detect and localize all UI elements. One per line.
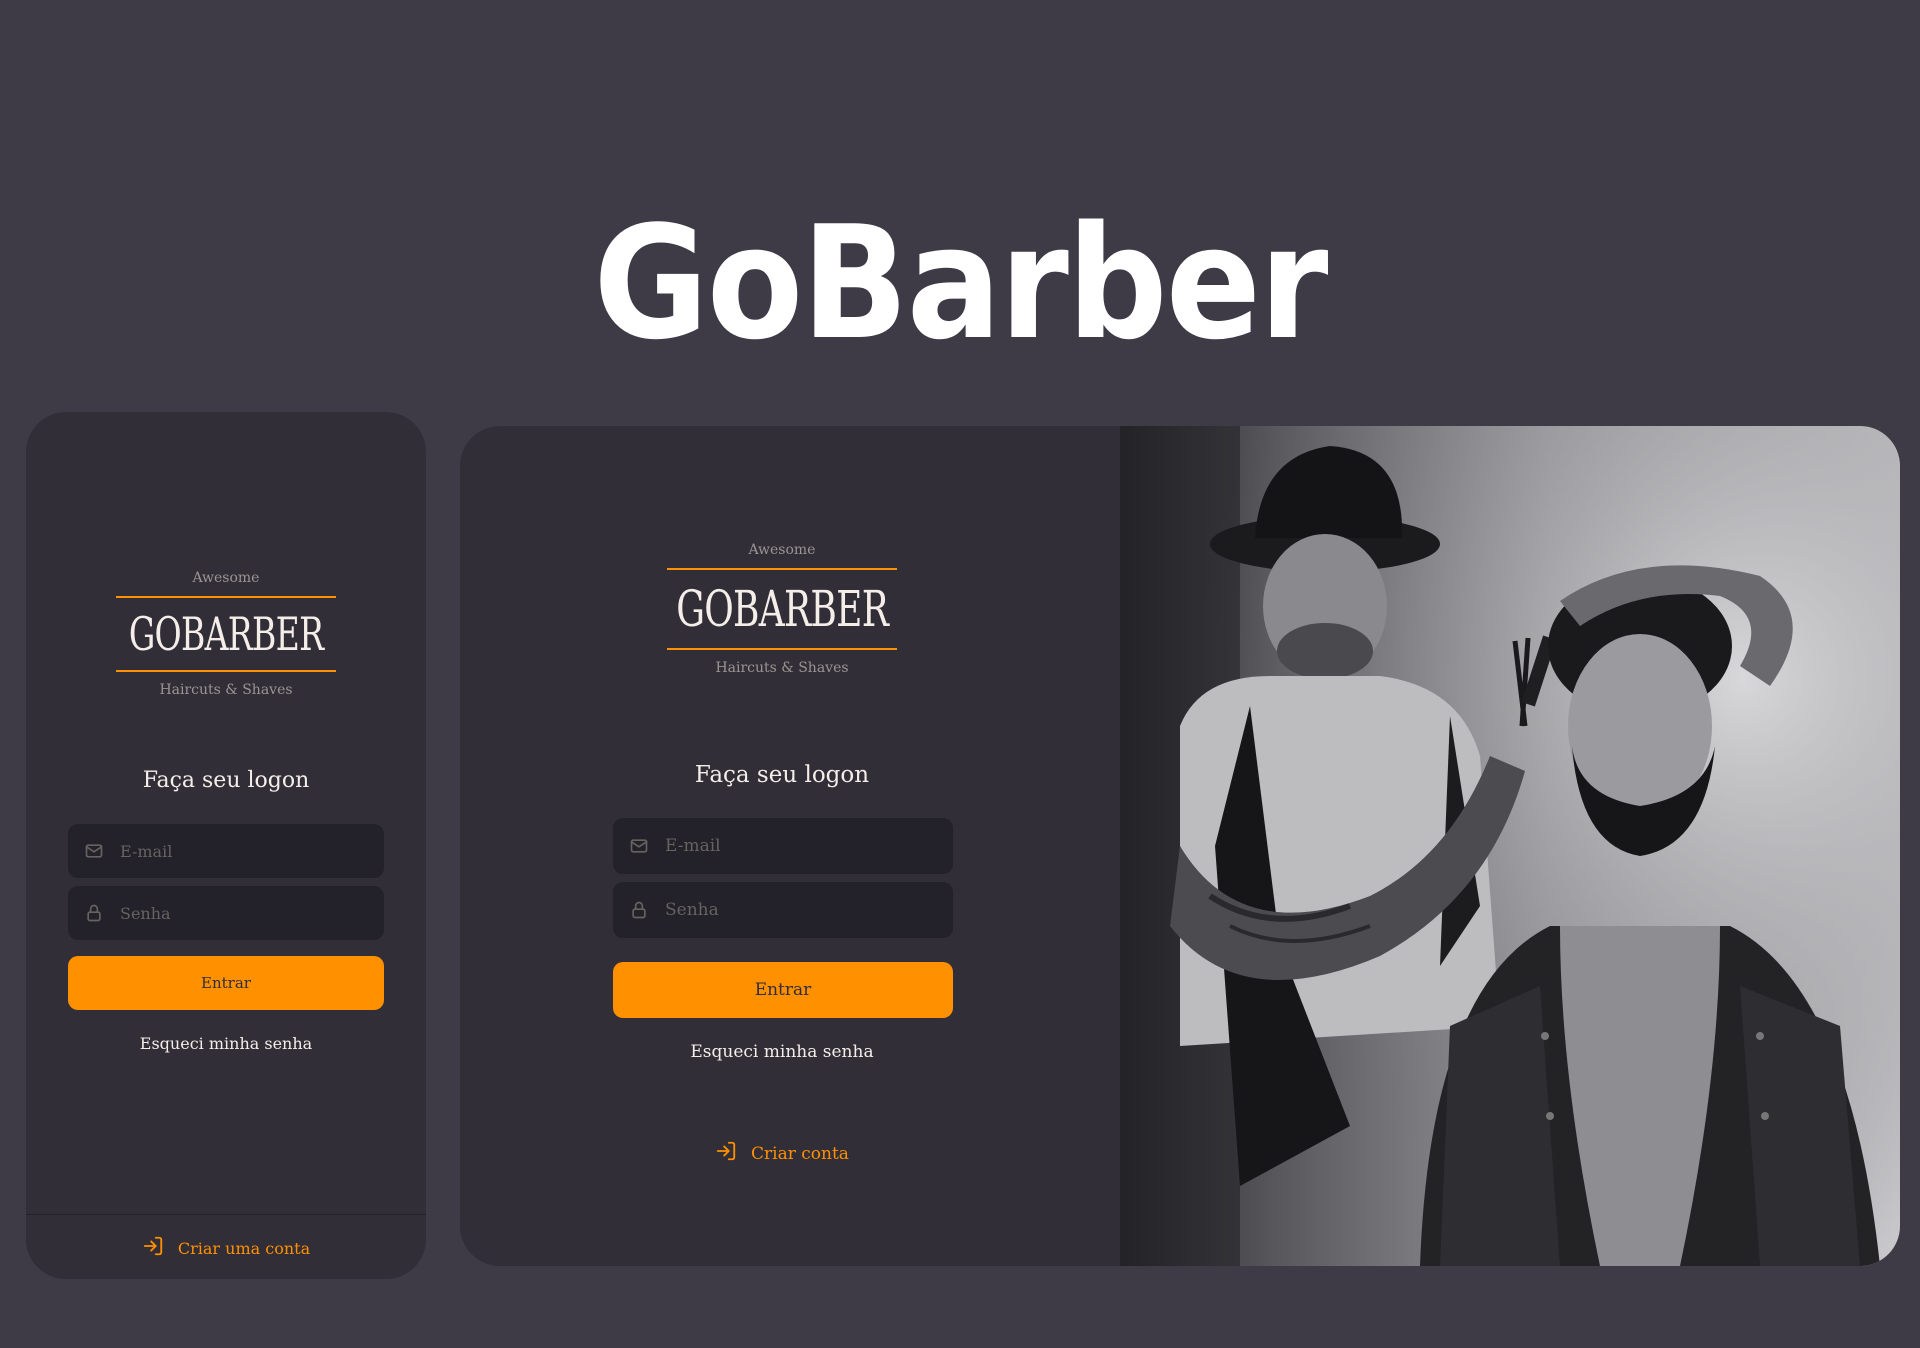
forgot-password-link[interactable]: Esqueci minha senha — [460, 1042, 1104, 1062]
logo-word: GOBARBER — [128, 607, 324, 661]
lock-icon — [629, 900, 649, 920]
logo-top-text: Awesome — [192, 570, 260, 586]
lock-icon — [84, 903, 104, 923]
create-account-link[interactable]: Criar conta — [460, 1140, 1104, 1167]
password-input[interactable] — [663, 899, 937, 921]
logo-rule — [667, 648, 897, 650]
logo-bottom-text: Haircuts & Shaves — [159, 682, 293, 698]
create-account-link[interactable]: Criar uma conta — [26, 1235, 426, 1261]
logo-rule — [116, 670, 336, 672]
create-account-label: Criar uma conta — [177, 1238, 311, 1258]
logo-top-text: Awesome — [748, 542, 816, 558]
password-field[interactable] — [68, 886, 384, 940]
logo-rule — [116, 596, 336, 598]
submit-button[interactable]: Entrar — [68, 956, 384, 1010]
password-field[interactable] — [613, 882, 953, 938]
desktop-login-card: Awesome GOBARBER Haircuts & Shaves Faça … — [460, 426, 1900, 1266]
form-title: Faça seu logon — [694, 762, 870, 788]
logo-wordmark: GOBARBER — [116, 607, 336, 661]
log-in-icon — [715, 1140, 737, 1167]
email-field[interactable] — [68, 824, 384, 878]
email-input[interactable] — [118, 840, 368, 862]
password-input[interactable] — [118, 902, 368, 924]
logo: Awesome GOBARBER Haircuts & Shaves — [667, 542, 897, 676]
logo: Awesome GOBARBER Haircuts & Shaves — [116, 570, 336, 698]
email-input[interactable] — [663, 835, 937, 857]
email-field[interactable] — [613, 818, 953, 874]
create-account-label: Criar conta — [751, 1143, 849, 1164]
log-in-icon — [142, 1235, 164, 1261]
hero-title: GoBarber — [593, 191, 1328, 374]
mail-icon — [84, 841, 104, 861]
logo-word: GOBARBER — [676, 580, 889, 638]
logo-rule — [667, 568, 897, 570]
barber-photo — [1120, 426, 1900, 1266]
form-title: Faça seu logon — [142, 768, 310, 793]
mobile-footer: Criar uma conta — [26, 1214, 426, 1279]
logo-wordmark: GOBARBER — [667, 580, 897, 638]
forgot-password-link[interactable]: Esqueci minha senha — [26, 1034, 426, 1053]
mail-icon — [629, 836, 649, 856]
logo-bottom-text: Haircuts & Shaves — [715, 660, 849, 676]
mobile-login-card: Awesome GOBARBER Haircuts & Shaves Faça … — [26, 412, 426, 1279]
barber-photo-illustration — [1120, 426, 1900, 1266]
submit-button[interactable]: Entrar — [613, 962, 953, 1018]
